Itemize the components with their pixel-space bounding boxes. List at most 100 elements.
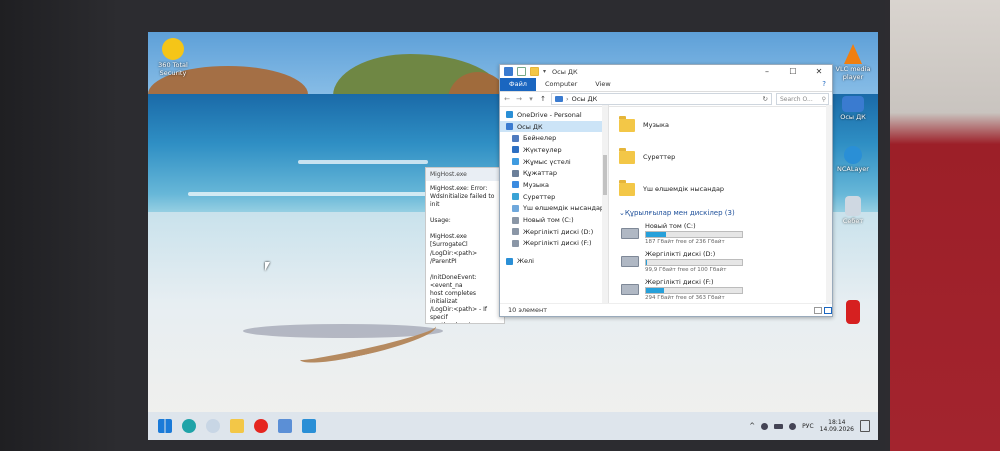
refresh-icon[interactable]: ↻	[763, 95, 771, 103]
large-icons-view-icon[interactable]	[814, 307, 822, 314]
nav-item[interactable]: Құжаттар	[500, 167, 608, 179]
drive-name: Жергілікті дискі (D:)	[645, 249, 716, 258]
computer-icon	[504, 67, 513, 76]
360-total-security-icon	[162, 38, 184, 60]
nav-item-label: Құжаттар	[523, 169, 557, 178]
folder-item[interactable]: Музыка	[619, 109, 832, 141]
search-icon[interactable]	[206, 419, 220, 433]
desktop-icon-vlc[interactable]: VLC media player	[828, 44, 878, 82]
tab-view[interactable]: View	[586, 78, 619, 91]
desktop-icon-label: NCALayer	[837, 165, 869, 173]
volume-icon[interactable]	[789, 422, 797, 430]
nav-item[interactable]: Осы ДК	[500, 120, 608, 133]
desktop-icon-recycle-bin[interactable]: Себет	[828, 196, 878, 226]
drive-item[interactable]: Новый том (C:) 187 Гбайт free of 236 Гбай…	[619, 219, 832, 247]
drive-item[interactable]: Жергілікті дискі (F:) 294 Гбайт free of 3…	[619, 275, 832, 303]
mighost-error-dialog[interactable]: MigHost.exe MigHost.exe: Error: WdsInitia…	[425, 167, 505, 324]
nav-item[interactable]: Жергілікті дискі (D:)	[500, 226, 608, 238]
nav-item-label: Новый том (C:)	[523, 216, 574, 225]
system-tray: ^ РУС 18:14 14.09.2026	[749, 419, 878, 433]
desktop-icon-label: 360 Total Security	[158, 61, 188, 77]
nav-item-label: Желі	[517, 257, 534, 266]
properties-icon[interactable]	[517, 67, 526, 76]
content-scrollbar[interactable]	[826, 105, 832, 304]
screen: 360 Total Security VLC media player Осы …	[148, 32, 878, 440]
file-explorer-icon[interactable]	[230, 419, 244, 433]
scroll-thumb[interactable]	[603, 155, 607, 195]
close-button[interactable]: ✕	[806, 65, 832, 78]
desktop-icon-this-pc[interactable]: Осы ДК	[828, 96, 878, 122]
nav-item-label: Жұмыс үстелі	[523, 157, 571, 166]
section-title: Құрылғылар мен дискілер (3)	[624, 209, 735, 217]
network-icon[interactable]	[761, 422, 769, 430]
nav-item[interactable]: Желі	[500, 255, 608, 267]
nav-item[interactable]: OneDrive - Personal	[500, 109, 608, 121]
up-arrow-icon[interactable]: ↑	[539, 95, 547, 103]
dialog-line	[430, 209, 500, 217]
desktop-icon-label: VLC media player	[835, 65, 871, 81]
desktop-icon-label: Осы ДК	[840, 113, 866, 121]
nav-scrollbar[interactable]	[602, 105, 608, 304]
dialog-line: panther logging.	[430, 322, 500, 323]
address-bar[interactable]: › Осы ДК ↻	[551, 93, 772, 105]
tab-file[interactable]: Файл	[500, 78, 536, 91]
content-pane[interactable]: Музыка Суреттер Үш өлшемдік нысандар ⌄ Құры…	[609, 105, 832, 308]
dialog-line: /LogDir:<path> - If specif	[430, 306, 489, 322]
battery-icon[interactable]	[774, 423, 784, 429]
time: 18:14	[828, 418, 846, 426]
folder-item[interactable]: Үш өлшемдік нысандар	[619, 173, 832, 205]
breadcrumb[interactable]: Осы ДК	[572, 95, 598, 103]
mail-icon[interactable]	[302, 419, 316, 433]
computer-icon	[842, 96, 864, 112]
drive-icon	[621, 227, 639, 239]
desktop-icon-ncalayer[interactable]: NCALayer	[828, 146, 878, 174]
pdf-reader-icon	[846, 300, 860, 324]
yandex-icon[interactable]	[254, 419, 268, 433]
item-count: 10 элемент	[508, 306, 547, 314]
notifications-icon[interactable]	[860, 420, 870, 432]
nav-item[interactable]: Жұмыс үстелі	[500, 156, 608, 168]
nav-item-label: Жүктеулер	[523, 145, 562, 154]
nav-item[interactable]: Жүктеулер	[500, 144, 608, 156]
tab-computer[interactable]: Computer	[536, 78, 586, 91]
file-explorer-window[interactable]: ▾ Осы ДК – ☐ ✕ Файл Computer View ? ← → …	[499, 64, 833, 317]
drive-item[interactable]: Жергілікті дискі (D:) 99,9 Гбайт free of …	[619, 247, 832, 275]
maximize-button[interactable]: ☐	[780, 65, 806, 78]
search-input[interactable]: Search O... ⚲	[776, 93, 829, 105]
folder-item[interactable]: Суреттер	[619, 141, 832, 173]
nav-item[interactable]: Бейнелер	[500, 132, 608, 144]
drive-icon	[621, 255, 639, 267]
devices-section-header[interactable]: ⌄ Құрылғылар мен дискілер (3)	[619, 207, 832, 219]
help-icon[interactable]: ?	[822, 78, 832, 91]
forward-arrow-icon[interactable]: →	[515, 95, 523, 103]
chevron-down-icon[interactable]: ▾	[543, 68, 546, 75]
nav-item[interactable]: Новый том (C:)	[500, 214, 608, 226]
3d-app-icon[interactable]	[278, 419, 292, 433]
new-folder-icon[interactable]	[530, 67, 539, 76]
language-indicator[interactable]: РУС	[802, 423, 813, 430]
nav-item[interactable]: Үш өлшемдік нысандар	[500, 203, 608, 215]
explorer-title-bar[interactable]: ▾ Осы ДК – ☐ ✕	[500, 65, 832, 78]
nav-item[interactable]: Музыка	[500, 179, 608, 191]
details-view-icon[interactable]	[824, 307, 832, 314]
drive-name: Новый том (C:)	[645, 221, 696, 230]
videos-folder-icon	[512, 134, 519, 142]
desktop-icon-360-total-security[interactable]: 360 Total Security	[148, 38, 198, 78]
desktop-icon-pdf-reader[interactable]	[828, 300, 878, 326]
chevron-up-icon[interactable]: ^	[749, 422, 755, 430]
minimize-button[interactable]: –	[754, 65, 780, 78]
search-placeholder: Search O...	[780, 95, 813, 103]
recent-locations-icon[interactable]: ▾	[527, 95, 535, 103]
ribbon-tabs: Файл Computer View ?	[500, 78, 832, 92]
wallpaper-wave	[188, 192, 448, 196]
desktop-folder-icon	[512, 158, 519, 166]
drive-usage-fill	[646, 259, 647, 265]
back-arrow-icon[interactable]: ←	[503, 95, 511, 103]
windows-start-icon[interactable]	[158, 419, 172, 433]
clock[interactable]: 18:14 14.09.2026	[820, 419, 854, 433]
nav-item[interactable]: Суреттер	[500, 191, 608, 203]
navigation-pane[interactable]: OneDrive - Personal Осы ДК Бейнелер Жүктеул…	[500, 105, 609, 308]
3d-objects-icon	[512, 204, 519, 212]
edge-icon[interactable]	[182, 419, 196, 433]
nav-item[interactable]: Жергілікті дискі (F:)	[500, 238, 608, 250]
